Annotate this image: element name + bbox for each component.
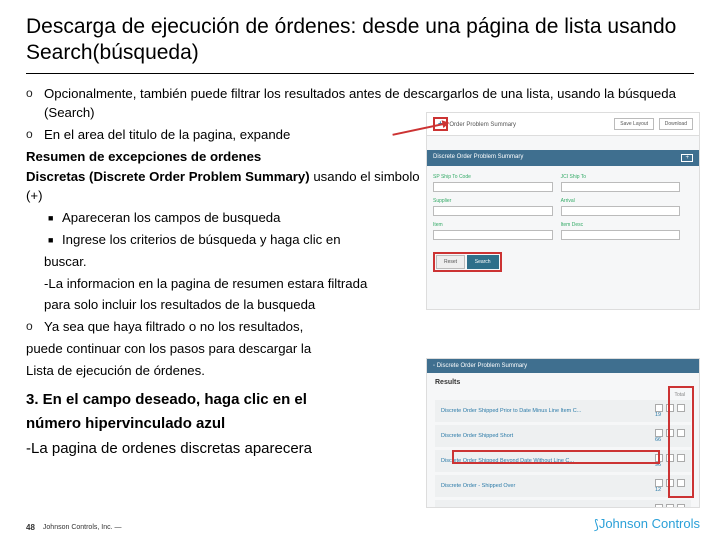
logo-text: Johnson Controls <box>599 516 700 531</box>
reset-button: Reset <box>436 255 465 269</box>
bullet-square: ■ <box>44 230 62 248</box>
para-4: Apareceran los campos de busqueda <box>62 208 426 228</box>
row-action-icons <box>655 504 685 508</box>
results-heading: Results <box>435 379 691 386</box>
slide-footer: 48 Johnson Controls, Inc. — <box>26 523 122 532</box>
para-10: puede continuar con los pasos para desca… <box>26 339 694 359</box>
field-input <box>433 182 553 192</box>
result-row: Discrete Order - Shipped Over 12 <box>435 475 691 497</box>
bold-line-1: Resumen de excepciones de ordenes <box>26 149 261 164</box>
screenshot-header-buttons: Save Layout Download <box>611 118 693 130</box>
para-9: Ya sea que haya filtrado o no los result… <box>44 317 694 337</box>
download-button: Download <box>659 118 693 130</box>
para-6: buscar. <box>44 252 426 272</box>
field-label: Arrival <box>561 198 681 204</box>
bullet-circle: o <box>26 317 44 335</box>
page-number: 48 <box>26 523 35 532</box>
bullet-circle: o <box>26 125 44 143</box>
results-bar-title: Discrete Order Problem Summary <box>437 363 527 369</box>
result-count-link: 12 <box>655 487 661 493</box>
screenshot-form: SP Ship To Code JCI Ship To Supplier Arr… <box>427 166 699 248</box>
para-3: Resumen de excepciones de ordenes Discre… <box>26 147 426 206</box>
field-label: Item <box>433 222 553 228</box>
search-button: Search <box>467 255 499 269</box>
bullet-circle: o <box>26 84 44 102</box>
screenshot-search-panel: + Order Problem Summary Save Layout Down… <box>426 112 700 310</box>
field-label: Item Desc <box>561 222 681 228</box>
result-count-link: 66 <box>655 437 661 443</box>
highlight-box-column <box>668 386 694 498</box>
section-bar-title: Discrete Order Problem Summary <box>433 154 523 162</box>
field-label: SP Ship To Code <box>433 174 553 180</box>
highlighted-action-buttons: Reset Search <box>433 252 502 272</box>
results-section-bar: ◦ Discrete Order Problem Summary <box>427 359 699 373</box>
result-label: Discrete Order Shipped Short <box>441 433 513 439</box>
result-row: Exchange Dispute Order 43 <box>435 500 691 508</box>
screenshot-results-panel: ◦ Discrete Order Problem Summary Results… <box>426 358 700 508</box>
result-row: Discrete Order Shipped Short 66 <box>435 425 691 447</box>
field-input <box>433 206 553 216</box>
highlight-box-row <box>452 450 660 464</box>
section-bar-plus-icon: + <box>681 154 693 162</box>
field-label: Supplier <box>433 198 553 204</box>
screenshot-section-bar: Discrete Order Problem Summary + <box>427 150 699 166</box>
save-layout-button: Save Layout <box>614 118 654 130</box>
footer-copyright: Johnson Controls, Inc. — <box>43 524 122 531</box>
result-label: Discrete Order - Shipped Over <box>441 483 515 489</box>
page-title: Descarga de ejecución de órdenes: desde … <box>26 14 694 67</box>
para-5: Ingrese los criterios de búsqueda y haga… <box>62 230 426 250</box>
field-input <box>561 230 681 240</box>
para-8: para solo incluir los resultados de la b… <box>44 295 426 315</box>
field-input <box>561 182 681 192</box>
field-input <box>561 206 681 216</box>
result-label: Discrete Order Shipped Prior to Date Min… <box>441 408 581 414</box>
para-2: En el area del titulo de la pagina, expa… <box>44 125 426 145</box>
bullet-square: ■ <box>44 208 62 226</box>
field-input <box>433 230 553 240</box>
result-row: Discrete Order Shipped Prior to Date Min… <box>435 400 691 422</box>
title-divider <box>26 73 694 74</box>
para-7: -La informacion en la pagina de resumen … <box>44 274 426 294</box>
johnson-controls-logo: ⟆Johnson Controls <box>594 516 700 532</box>
bold-line-2: Discretas (Discrete Order Problem Summar… <box>26 169 310 184</box>
screenshot-header-title: Order Problem Summary <box>449 122 516 128</box>
field-label: JCI Ship To <box>561 174 681 180</box>
result-count-link: 19 <box>655 412 661 418</box>
